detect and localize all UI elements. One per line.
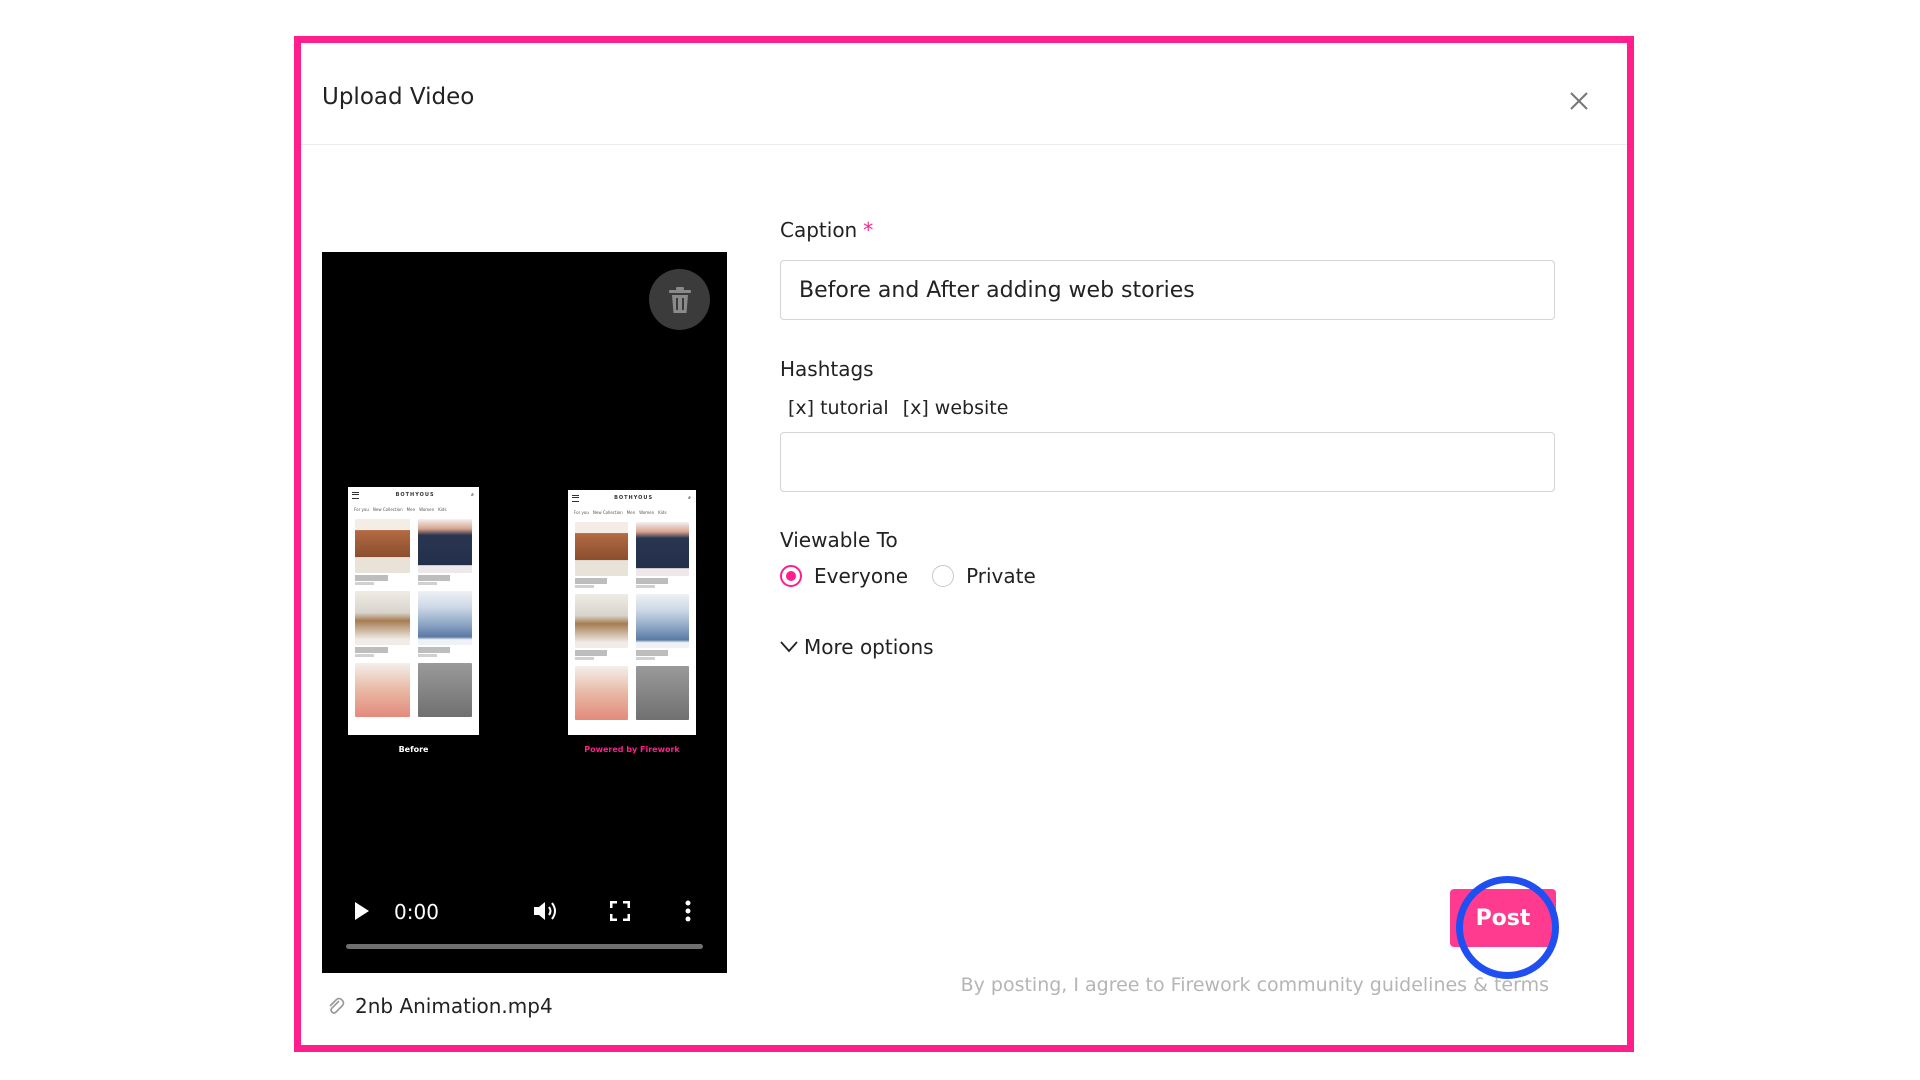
search-icon: ⌕ xyxy=(471,492,475,498)
radio-label: Private xyxy=(966,564,1036,588)
phone-tab: New Collection xyxy=(372,506,403,512)
product-tile xyxy=(417,591,472,657)
product-tile xyxy=(355,663,410,717)
attached-file: 2nb Animation.mp4 xyxy=(327,991,553,1021)
radio-everyone[interactable]: Everyone xyxy=(780,564,908,588)
post-button[interactable]: Post xyxy=(1450,889,1556,947)
progress-bar[interactable] xyxy=(346,944,703,949)
chevron-down-icon xyxy=(780,641,798,653)
radio-button-checked[interactable] xyxy=(780,565,802,587)
hashtag-chip[interactable]: [x] tutorial xyxy=(788,397,889,419)
hashtag-list: [x] tutorial [x] website xyxy=(788,397,1008,419)
menu-icon xyxy=(352,491,359,499)
phone-tab: For you xyxy=(354,506,369,512)
volume-button[interactable] xyxy=(531,896,561,926)
modal-title: Upload Video xyxy=(322,84,475,110)
phone-tab: Kids xyxy=(438,506,447,512)
radio-label: Everyone xyxy=(814,564,909,588)
video-controls: 0:00 xyxy=(322,892,727,932)
product-tile xyxy=(417,519,472,585)
volume-icon xyxy=(534,902,556,920)
search-icon: ⌕ xyxy=(688,495,692,501)
caption-input[interactable] xyxy=(780,260,1555,320)
phone-tab: Women xyxy=(639,509,655,515)
phone-tab: For you xyxy=(574,509,589,515)
required-marker: * xyxy=(863,218,874,242)
more-options-label: More options xyxy=(804,635,934,659)
more-menu-button[interactable] xyxy=(678,896,698,926)
product-tile xyxy=(636,666,689,720)
product-tile xyxy=(355,519,410,585)
phone-tab: Men xyxy=(406,506,416,512)
terms-text: By posting, I agree to Firework communit… xyxy=(960,974,1549,996)
product-tile xyxy=(355,591,410,657)
phone-tab: New Collection xyxy=(592,509,623,515)
close-button[interactable] xyxy=(1565,87,1593,115)
phone-tab: Kids xyxy=(658,509,667,515)
modal-header: Upload Video xyxy=(301,43,1627,145)
product-tile xyxy=(575,666,628,720)
powered-by-label: Powered by Firework xyxy=(584,745,680,754)
file-name: 2nb Animation.mp4 xyxy=(355,994,553,1018)
video-player[interactable]: BOTHYOUS ⌕ For you New Collection Men Wo… xyxy=(322,252,727,973)
radio-button-unchecked[interactable] xyxy=(932,565,955,587)
product-tile xyxy=(575,594,628,660)
paperclip-icon xyxy=(329,997,345,1014)
radio-private[interactable]: Private xyxy=(932,564,1036,588)
viewable-to-options: Everyone Private xyxy=(780,564,1036,588)
before-phone-preview: BOTHYOUS ⌕ For you New Collection Men Wo… xyxy=(348,487,479,735)
more-options-toggle[interactable]: More options xyxy=(780,635,934,659)
phone-brand: BOTHYOUS xyxy=(614,495,654,501)
caption-label: Caption * xyxy=(780,218,873,242)
phone-brand: BOTHYOUS xyxy=(395,492,435,498)
hashtags-label: Hashtags xyxy=(780,357,874,381)
close-icon xyxy=(1570,92,1588,110)
product-tile xyxy=(417,663,472,717)
trash-icon xyxy=(668,286,691,313)
play-icon xyxy=(355,902,369,920)
upload-video-modal: Upload Video BOTHYOUS ⌕ For you New Coll… xyxy=(294,36,1634,1052)
phone-tab: Women xyxy=(419,506,435,512)
product-tile xyxy=(636,522,689,588)
viewable-to-label: Viewable To xyxy=(780,528,898,552)
play-button[interactable] xyxy=(350,896,374,926)
delete-video-button[interactable] xyxy=(649,269,710,330)
product-tile xyxy=(636,594,689,660)
after-phone-preview: BOTHYOUS ⌕ For you New Collection Men Wo… xyxy=(568,490,696,735)
phone-tab: Men xyxy=(626,509,636,515)
hashtag-input[interactable] xyxy=(780,432,1555,492)
hashtag-chip[interactable]: [x] website xyxy=(903,397,1009,419)
time-display: 0:00 xyxy=(394,900,439,924)
before-label: Before xyxy=(398,745,429,754)
fullscreen-button[interactable] xyxy=(605,896,635,926)
caption-label-text: Caption xyxy=(780,218,858,242)
product-tile xyxy=(575,522,628,588)
fullscreen-icon xyxy=(610,901,630,921)
kebab-menu-icon xyxy=(685,900,691,922)
menu-icon xyxy=(572,494,579,502)
